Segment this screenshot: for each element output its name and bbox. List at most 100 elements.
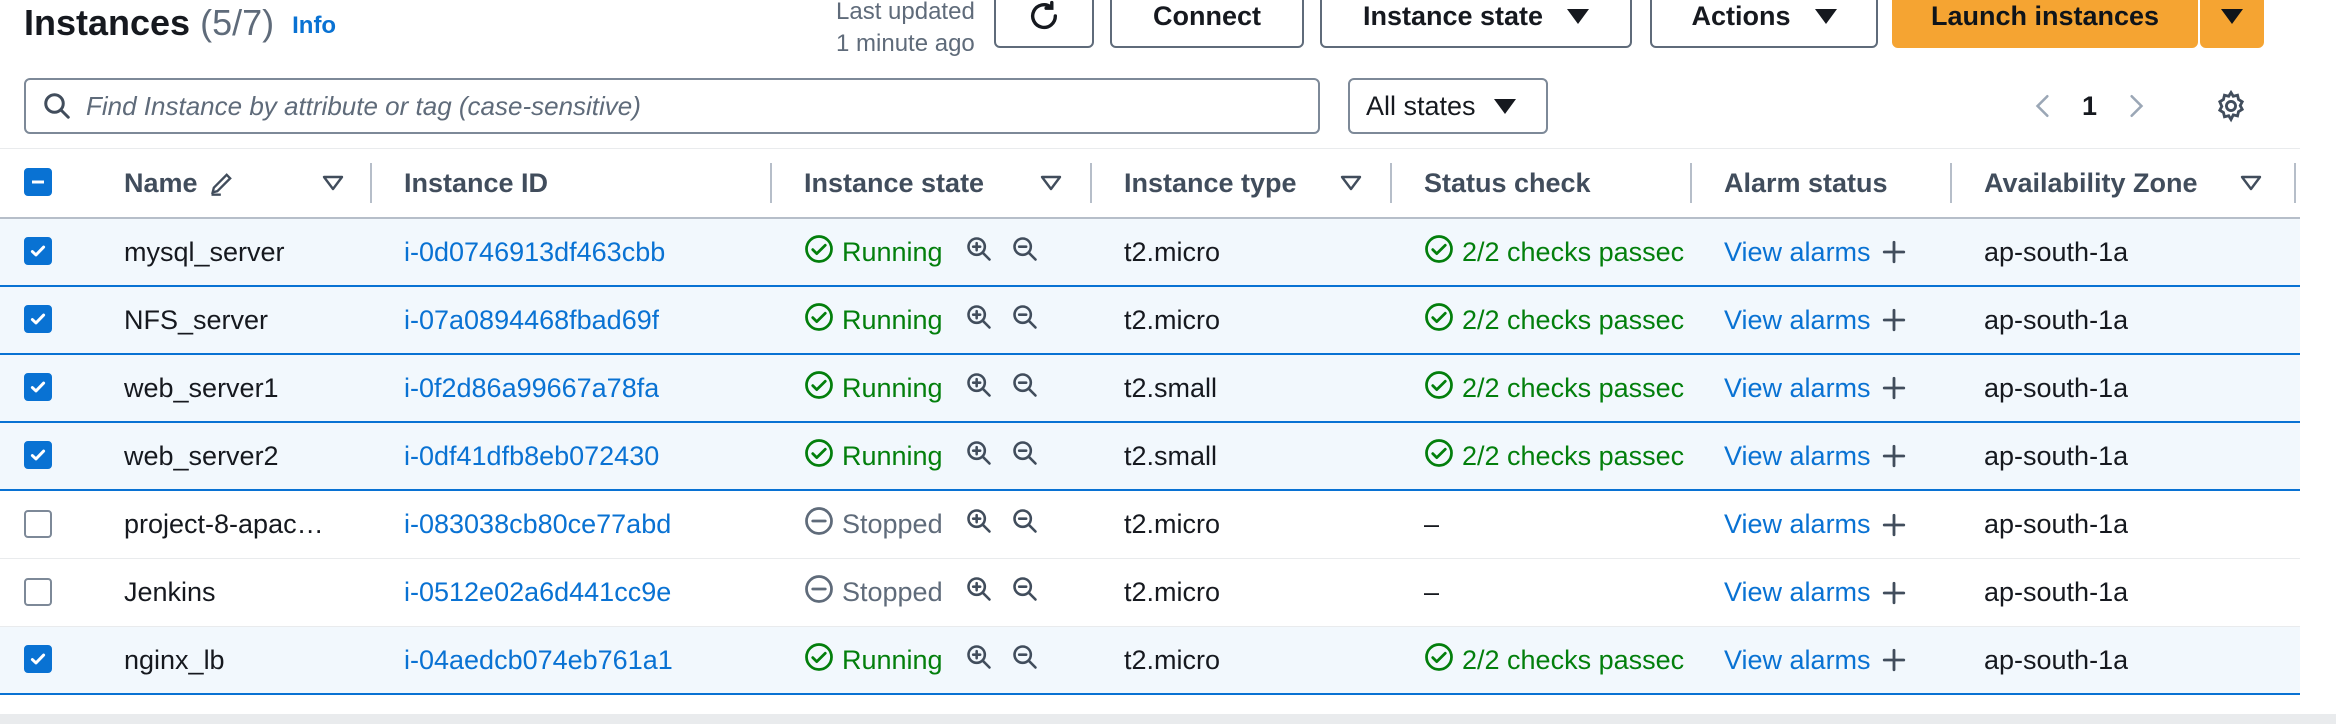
instance-id-link[interactable]: i-0d0746913df463cbb <box>404 219 665 285</box>
table-row[interactable]: mysql_server i-0d0746913df463cbb Running t2… <box>0 219 2300 287</box>
column-resizer[interactable] <box>770 163 772 203</box>
zoom-in-icon[interactable] <box>965 303 993 338</box>
view-alarms-link[interactable]: View alarms <box>1724 373 1871 404</box>
gear-icon <box>2217 89 2245 123</box>
instance-state-dropdown[interactable]: Instance state <box>1320 0 1632 48</box>
zoom-out-icon[interactable] <box>1011 643 1039 678</box>
zoom-in-icon[interactable] <box>965 371 993 406</box>
alarm-status: View alarms <box>1724 287 1907 353</box>
table-row[interactable]: web_server2 i-0df41dfb8eb072430 Running t2.… <box>0 423 2300 491</box>
zoom-in-icon[interactable] <box>965 575 993 610</box>
column-header-alarm-status[interactable]: Alarm status <box>1724 149 1888 217</box>
column-header-instance-type[interactable]: Instance type <box>1124 149 1297 217</box>
search-box[interactable] <box>24 78 1320 134</box>
table-row[interactable]: project-8-apac… i-083038cb80ce77abd Stoppe… <box>0 491 2300 559</box>
launch-instances-button[interactable]: Launch instances <box>1892 0 2198 48</box>
check-circle-icon <box>1424 234 1454 271</box>
chevron-right-icon[interactable] <box>2123 91 2149 121</box>
row-checkbox[interactable] <box>24 510 52 538</box>
row-checkbox[interactable] <box>24 645 52 673</box>
instance-id-link[interactable]: i-0df41dfb8eb072430 <box>404 423 659 489</box>
column-resizer[interactable] <box>1690 163 1692 203</box>
zoom-out-icon[interactable] <box>1011 303 1039 338</box>
plus-icon[interactable] <box>1881 647 1907 673</box>
refresh-button[interactable] <box>994 0 1094 48</box>
zoom-out-icon[interactable] <box>1011 439 1039 474</box>
row-checkbox[interactable] <box>24 305 52 333</box>
check-circle-icon <box>804 234 834 271</box>
plus-icon[interactable] <box>1881 443 1907 469</box>
plus-icon[interactable] <box>1881 307 1907 333</box>
row-checkbox[interactable] <box>24 237 52 265</box>
instance-id-link[interactable]: i-083038cb80ce77abd <box>404 491 671 558</box>
view-alarms-link[interactable]: View alarms <box>1724 509 1871 540</box>
instance-type: t2.small <box>1124 372 1218 403</box>
plus-icon[interactable] <box>1881 239 1907 265</box>
column-header-availability-zone[interactable]: Availability Zone <box>1984 149 2198 217</box>
instance-name: Jenkins <box>124 577 216 607</box>
column-resizer[interactable] <box>2294 163 2296 203</box>
horizontal-scrollbar[interactable] <box>0 714 2336 724</box>
sort-caret-icon[interactable] <box>2240 149 2262 217</box>
sort-caret-icon[interactable] <box>1340 149 1362 217</box>
alarm-status: View alarms <box>1724 559 1907 626</box>
status-check: – <box>1424 491 1692 558</box>
column-header-instance-state[interactable]: Instance state <box>804 149 984 217</box>
column-header-status-check[interactable]: Status check <box>1424 149 1591 217</box>
row-checkbox[interactable] <box>24 441 52 469</box>
instance-id-link[interactable]: i-0512e02a6d441cc9e <box>404 559 671 626</box>
search-input[interactable] <box>84 89 1308 123</box>
row-checkbox[interactable] <box>24 373 52 401</box>
instance-name: web_server2 <box>124 440 279 471</box>
zoom-in-icon[interactable] <box>965 439 993 474</box>
plus-icon[interactable] <box>1881 375 1907 401</box>
caret-down-icon <box>2221 8 2243 24</box>
zoom-in-icon[interactable] <box>965 643 993 678</box>
table-row[interactable]: NFS_server i-07a0894468fbad69f Running t2.m… <box>0 287 2300 355</box>
plus-icon[interactable] <box>1881 580 1907 606</box>
view-alarms-link[interactable]: View alarms <box>1724 305 1871 336</box>
zoom-out-icon[interactable] <box>1011 507 1039 542</box>
page-title-text: Instances <box>24 2 191 43</box>
sort-caret-icon[interactable] <box>322 149 344 217</box>
zoom-out-icon[interactable] <box>1011 371 1039 406</box>
select-all-checkbox[interactable] <box>24 168 52 196</box>
launch-options-dropdown[interactable] <box>2200 0 2264 48</box>
zoom-in-icon[interactable] <box>965 507 993 542</box>
zoom-in-icon[interactable] <box>965 235 993 270</box>
zoom-out-icon[interactable] <box>1011 575 1039 610</box>
state-filter-select[interactable]: All states <box>1348 78 1548 134</box>
actions-dropdown[interactable]: Actions <box>1650 0 1878 48</box>
instance-id-link[interactable]: i-0f2d86a99667a78fa <box>404 355 659 421</box>
view-alarms-link[interactable]: View alarms <box>1724 441 1871 472</box>
alarm-status: View alarms <box>1724 219 1907 285</box>
view-alarms-link[interactable]: View alarms <box>1724 237 1871 268</box>
instance-id-link[interactable]: i-07a0894468fbad69f <box>404 287 659 353</box>
sort-caret-icon[interactable] <box>1040 149 1062 217</box>
alarm-status: View alarms <box>1724 423 1907 489</box>
alarm-status: View alarms <box>1724 355 1907 421</box>
availability-zone: ap-south-1a <box>1984 304 2129 335</box>
info-link[interactable]: Info <box>292 12 336 40</box>
zoom-out-icon[interactable] <box>1011 235 1039 270</box>
column-resizer[interactable] <box>1090 163 1092 203</box>
chevron-left-icon[interactable] <box>2030 91 2056 121</box>
view-alarms-link[interactable]: View alarms <box>1724 577 1871 608</box>
page-number[interactable]: 1 <box>2082 91 2097 122</box>
preferences-button[interactable] <box>2214 78 2248 134</box>
column-resizer[interactable] <box>1390 163 1392 203</box>
instance-id-link[interactable]: i-04aedcb074eb761a1 <box>404 627 673 693</box>
view-alarms-link[interactable]: View alarms <box>1724 645 1871 676</box>
table-row[interactable]: nginx_lb i-04aedcb074eb761a1 Running t2.mic… <box>0 627 2300 695</box>
row-checkbox[interactable] <box>24 578 52 606</box>
table-row[interactable]: Jenkins i-0512e02a6d441cc9e Stopped t2.micr… <box>0 559 2300 627</box>
column-header-instance-id[interactable]: Instance ID <box>404 149 548 217</box>
connect-button[interactable]: Connect <box>1110 0 1304 48</box>
status-check: 2/2 checks passec <box>1424 355 1692 421</box>
table-row[interactable]: web_server1 i-0f2d86a99667a78fa Running t2.… <box>0 355 2300 423</box>
column-resizer[interactable] <box>1950 163 1952 203</box>
availability-zone: ap-south-1a <box>1984 577 2129 607</box>
column-resizer[interactable] <box>370 163 372 203</box>
column-header-name[interactable]: Name <box>124 149 236 217</box>
plus-icon[interactable] <box>1881 512 1907 538</box>
